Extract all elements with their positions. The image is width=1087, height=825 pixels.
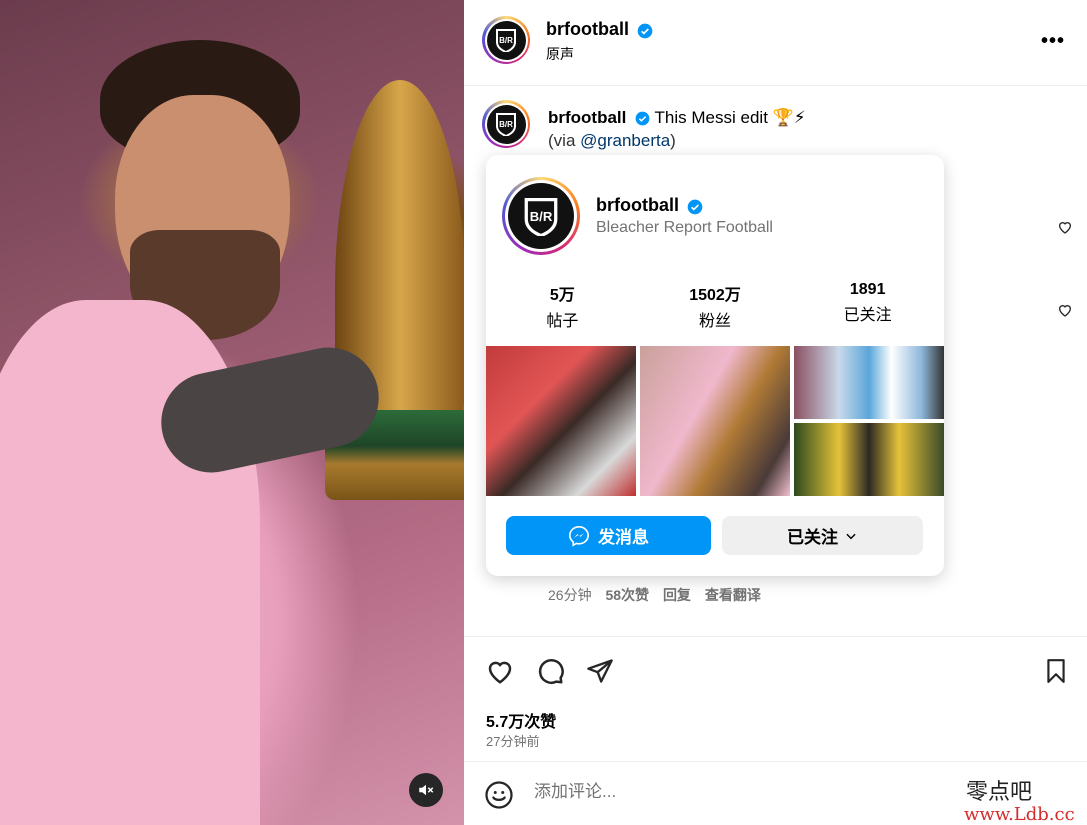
- like-button[interactable]: [484, 655, 516, 687]
- profile-hover-card: B/R brfootball Bleacher Report Football …: [486, 155, 944, 576]
- share-button[interactable]: [584, 655, 616, 687]
- bookmark-icon: [1047, 659, 1065, 683]
- audio-label[interactable]: 原声: [546, 44, 574, 64]
- svg-text:B/R: B/R: [499, 120, 513, 129]
- post-thumbnail[interactable]: [486, 346, 636, 496]
- comment-input[interactable]: [534, 782, 894, 802]
- verified-badge-icon: [635, 111, 650, 126]
- post-thumbnail[interactable]: [794, 346, 944, 496]
- stat-label: 粉丝: [699, 313, 732, 330]
- br-logo-icon: B/R: [524, 198, 558, 236]
- stat-posts[interactable]: 5万 帖子: [486, 281, 639, 331]
- stat-label: 已关注: [843, 307, 892, 324]
- post-media[interactable]: [0, 0, 464, 825]
- comment-bar: 零点吧 www.Ldb.cc: [464, 761, 1087, 825]
- card-username[interactable]: brfootball: [596, 195, 679, 215]
- messenger-icon: [569, 525, 589, 547]
- avatar[interactable]: B/R: [482, 16, 530, 64]
- card-avatar[interactable]: B/R: [502, 177, 580, 255]
- stat-followers[interactable]: 1502万 粉丝: [639, 281, 792, 331]
- watermark-url: www.Ldb.cc: [964, 804, 1075, 825]
- thumb-top-image: [794, 346, 944, 419]
- muted-speaker-icon: [419, 784, 434, 796]
- br-logo-icon: B/R: [496, 29, 516, 52]
- mute-button[interactable]: [409, 773, 443, 807]
- stat-following[interactable]: 1891 已关注: [791, 281, 944, 331]
- message-button[interactable]: 发消息: [506, 516, 711, 555]
- svg-text:B/R: B/R: [499, 36, 513, 45]
- post-time[interactable]: 27分钟前: [486, 731, 539, 750]
- comment-likes[interactable]: 58次赞: [605, 587, 649, 603]
- likes-count[interactable]: 5.7万次赞: [486, 708, 556, 732]
- comment-translate-button[interactable]: 查看翻译: [705, 587, 761, 603]
- card-stats: 5万 帖子 1502万 粉丝 1891 已关注: [486, 281, 944, 331]
- caption-text-block: brfootball This Messi edit 🏆⚡ (via @gran…: [548, 106, 968, 152]
- action-bar: 5.7万次赞 27分钟前: [464, 636, 1087, 761]
- stat-number: 1891: [849, 281, 886, 298]
- stat-label: 帖子: [546, 313, 579, 330]
- caption-via-suffix: ): [670, 131, 676, 150]
- comment-bubble-icon: [538, 659, 564, 684]
- caption-mention-link[interactable]: @granberta: [580, 131, 670, 150]
- comment-like-heart-icon[interactable]: [1057, 302, 1073, 318]
- save-button[interactable]: [1040, 655, 1072, 687]
- br-logo-icon: B/R: [496, 113, 516, 136]
- chevron-down-icon: [846, 533, 856, 539]
- comment-reply-button[interactable]: 回复: [663, 587, 691, 603]
- caption-avatar[interactable]: B/R: [482, 100, 530, 148]
- comment-like-heart-icon[interactable]: [1057, 219, 1073, 235]
- comment-time: 26分钟: [548, 587, 592, 603]
- header-username-wrap: brfootball: [546, 19, 653, 40]
- paper-plane-icon: [587, 659, 613, 683]
- stat-number: 1502万: [689, 287, 741, 304]
- watermark-logo: 零点吧: [966, 780, 1033, 805]
- caption-username[interactable]: brfootball: [548, 108, 626, 127]
- header-username[interactable]: brfootball: [546, 19, 629, 39]
- emoji-icon[interactable]: [484, 780, 514, 810]
- post-thumbnail[interactable]: [640, 346, 790, 496]
- caption-text: This Messi edit 🏆⚡: [654, 108, 806, 127]
- verified-badge-icon: [688, 199, 703, 215]
- stat-number: 5万: [549, 287, 575, 304]
- verified-badge-icon: [638, 23, 653, 39]
- caption-via-prefix: (via: [548, 131, 581, 150]
- following-button-label: 已关注: [787, 528, 838, 547]
- thumb-bottom-image: [794, 423, 944, 496]
- more-options-button[interactable]: •••: [1041, 30, 1065, 53]
- card-full-name: Bleacher Report Football: [596, 219, 773, 236]
- following-button[interactable]: 已关注: [722, 516, 923, 555]
- card-post-grid: [486, 346, 944, 496]
- message-button-label: 发消息: [598, 528, 649, 547]
- heart-icon: [488, 661, 512, 684]
- post-header: B/R brfootball 原声 •••: [464, 0, 1087, 86]
- svg-text:B/R: B/R: [530, 209, 553, 224]
- comment-meta: 26分钟 58次赞 回复 查看翻译: [548, 585, 771, 605]
- card-username-wrap: brfootball: [596, 195, 703, 216]
- comment-button[interactable]: [534, 655, 566, 687]
